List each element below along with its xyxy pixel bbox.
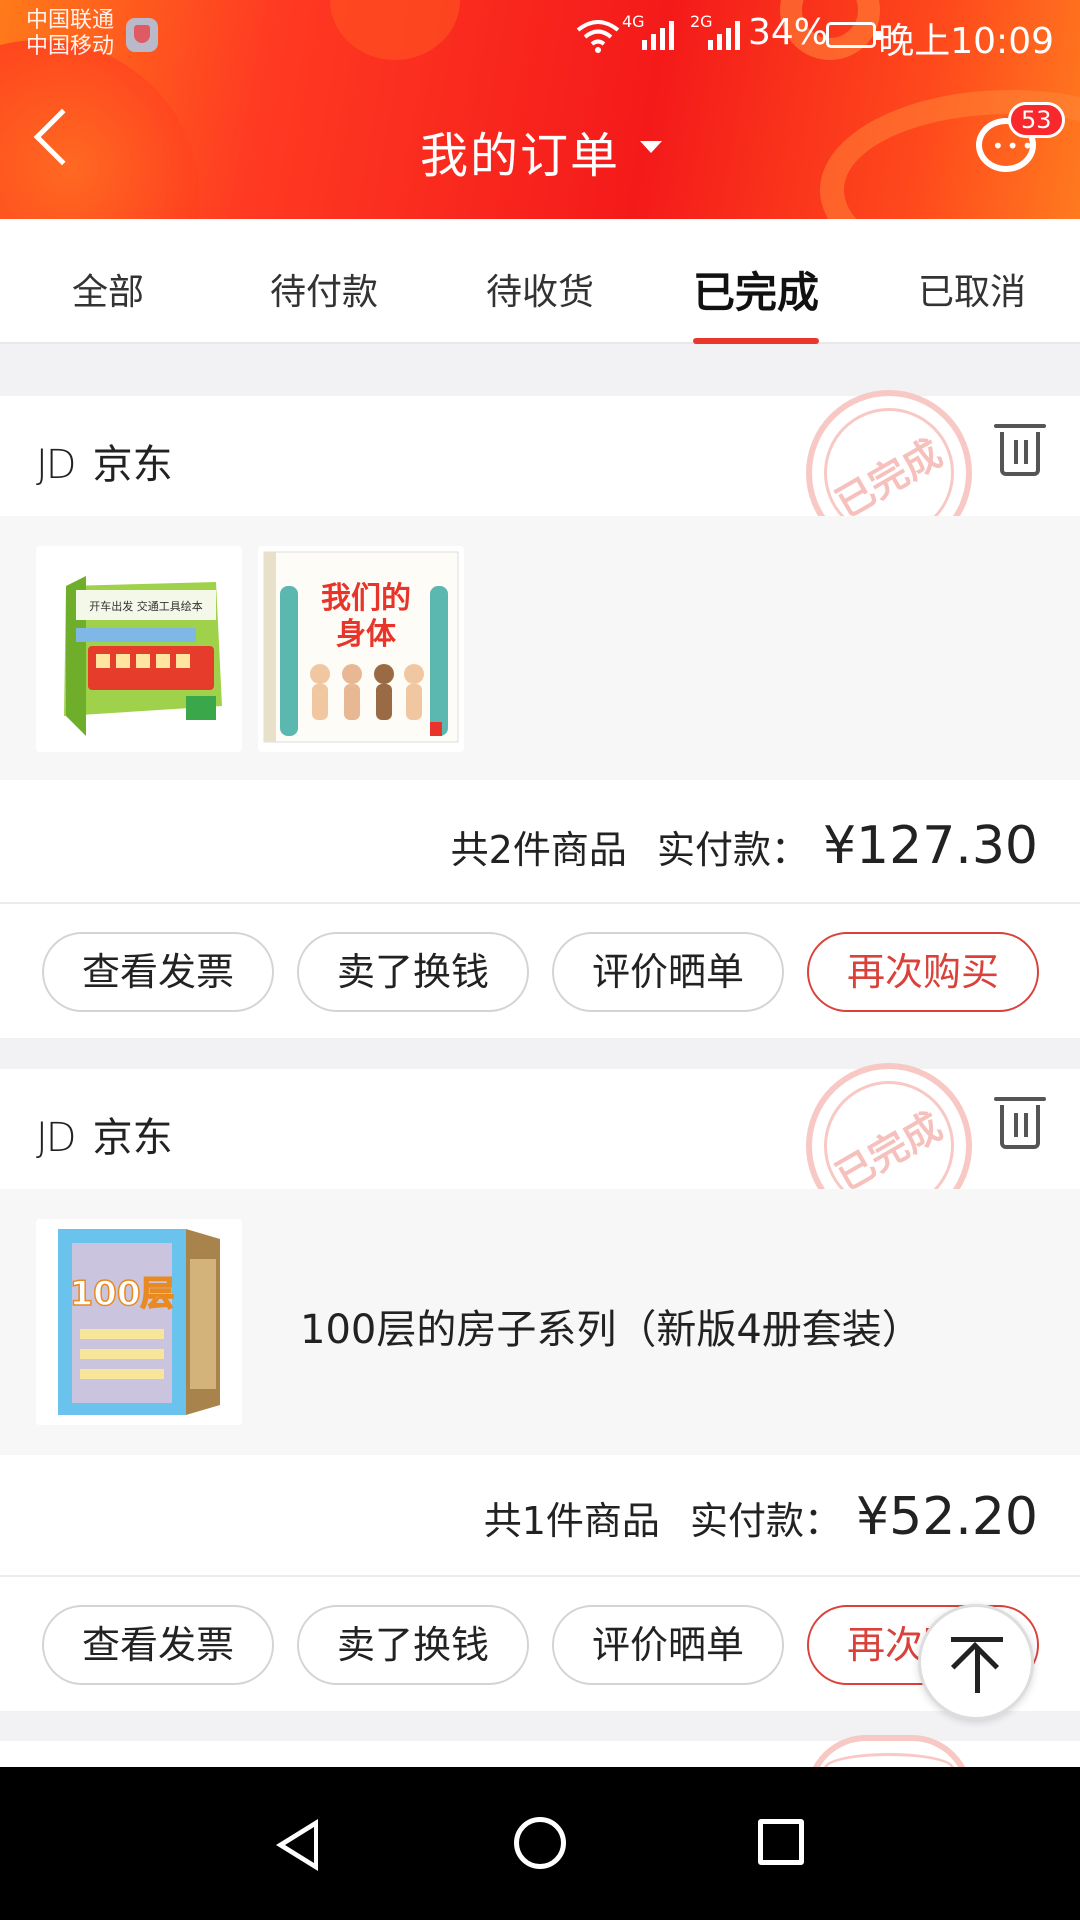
signal-icon [642,21,674,50]
product-list[interactable]: 100层 100层的房子系列（新版4册套装） [0,1189,1080,1455]
status-bar: 中国联通 中国移动 4G 2G 34% 晚上10:09 [0,0,1080,70]
battery-icon [826,22,881,48]
carrier-2: 中国移动 [26,34,115,59]
trash-icon[interactable] [994,1097,1046,1149]
nav-home-icon[interactable] [514,1817,566,1869]
shop-name[interactable]: JD 京东 [36,432,173,490]
nav-back-icon[interactable] [276,1819,318,1871]
order-price: ¥52.20 [856,1487,1038,1547]
order-price: ¥127.30 [822,816,1038,876]
svg-text:开车出发 交通工具绘本: 开车出发 交通工具绘本 [89,599,203,613]
shop-name[interactable]: JD 京东 [36,1105,173,1163]
item-count: 共2件商品 [450,828,627,872]
jd-logo: JD [36,442,77,488]
app-header: 中国联通 中国移动 4G 2G 34% 晚上10:09 我的订单 ••• 53 [0,0,1080,219]
product-image-100-floor-house[interactable]: 100层 [36,1219,242,1425]
svg-text:100层: 100层 [70,1274,175,1314]
order-summary: 共2件商品 实付款： ¥127.30 [451,816,1038,876]
divider [0,1575,1080,1577]
order-status-tabs: 全部 待付款 待收货 已完成 已取消 [0,219,1080,344]
carrier-info: 中国联通 中国移动 [26,8,114,60]
wifi-icon [576,20,620,53]
back-to-top-button[interactable] [918,1604,1034,1720]
tab-pending-receipt[interactable]: 待收货 [432,263,648,315]
title-dropdown-icon[interactable] [640,141,662,153]
review-button[interactable]: 评价晒单 [552,1605,784,1685]
order-card-partial [0,1735,1080,1795]
product-image-vehicle-book[interactable]: 开车出发 交通工具绘本 [36,546,242,752]
tab-pending-payment[interactable]: 待付款 [216,263,432,315]
view-invoice-button[interactable]: 查看发票 [42,932,274,1012]
battery-percentage: 34% [748,12,829,53]
order-card[interactable]: JD 京东 已完成 100层 100层的房子系列（新版4册套装） 共1件商品 实付… [0,1063,1080,1711]
trash-icon[interactable] [994,424,1046,476]
view-invoice-button[interactable]: 查看发票 [42,1605,274,1685]
paid-label: 实付款： [690,1499,843,1543]
product-list[interactable]: 开车出发 交通工具绘本 我们的 身体 [0,516,1080,780]
sell-for-cash-button[interactable]: 卖了换钱 [297,1605,529,1685]
tab-cancelled[interactable]: 已取消 [864,263,1080,315]
divider [0,902,1080,904]
carrier-1: 中国联通 [26,8,115,33]
message-count-badge: 53 [1008,102,1065,138]
product-title[interactable]: 100层的房子系列（新版4册套装） [300,1297,922,1355]
sell-for-cash-button[interactable]: 卖了换钱 [297,932,529,1012]
clock: 晚上10:09 [878,21,1054,62]
order-summary: 共1件商品 实付款： ¥52.20 [484,1487,1038,1547]
tab-all[interactable]: 全部 [0,263,216,315]
signal-icon-2 [708,21,740,50]
system-navigation-bar [0,1767,1080,1920]
tab-completed[interactable]: 已完成 [648,259,864,320]
paid-label: 实付款： [656,828,809,872]
buy-again-button[interactable]: 再次购买 [807,932,1039,1012]
security-shield-icon [126,18,158,52]
product-image-body-book[interactable]: 我们的 身体 [258,546,464,752]
svg-text:我们的: 我们的 [321,581,411,616]
review-button[interactable]: 评价晒单 [552,932,784,1012]
item-count: 共1件商品 [483,1499,660,1543]
svg-text:身体: 身体 [336,617,397,652]
active-tab-indicator [693,338,819,344]
jd-logo: JD [36,1115,77,1161]
page-title[interactable]: 我的订单 [420,116,620,186]
order-card[interactable]: JD 京东 已完成 开车出发 交通工具绘本 我们的 身体 共2件商品 实付款： … [0,390,1080,1038]
nav-recents-icon[interactable] [758,1819,804,1865]
